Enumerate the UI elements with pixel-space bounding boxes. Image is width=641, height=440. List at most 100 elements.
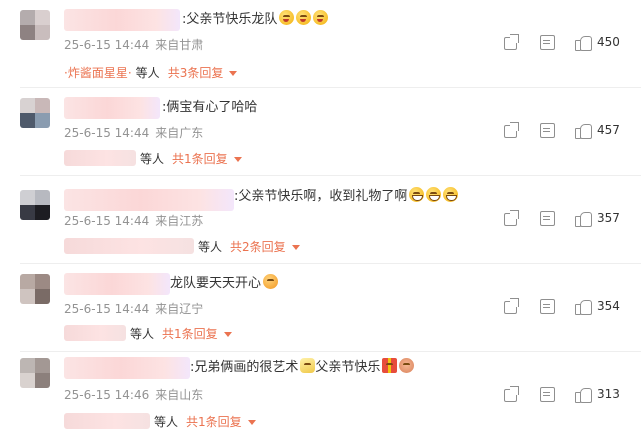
reply-others-label: 等人	[130, 327, 155, 341]
share-icon[interactable]	[503, 34, 519, 50]
reply-count-link[interactable]: 共1条回复	[172, 152, 228, 166]
comment-icon[interactable]	[539, 386, 555, 402]
comment-item: :俩宝有心了哈哈 25-6-15 14:44 来自广东 457 等人 共1条回复	[0, 88, 641, 176]
like-icon[interactable]	[575, 34, 592, 51]
comment-actions: 450	[483, 33, 623, 51]
clap-emoji-icon	[300, 358, 316, 373]
comment-text: :父亲节快乐啊，收到礼物了啊	[234, 187, 459, 207]
comment-location: 来自广东	[155, 126, 204, 140]
like-count: 450	[597, 35, 620, 49]
avatar[interactable]	[20, 274, 50, 304]
comment-location: 来自山东	[155, 388, 204, 402]
comment-text: :兄弟俩画的很艺术 父亲节快乐	[190, 358, 415, 378]
comment-time: 25-6-15 14:44	[64, 38, 150, 52]
grin-emoji-icon	[409, 187, 425, 202]
comment-meta: 25-6-15 14:44 来自甘肃	[64, 36, 203, 53]
avatar[interactable]	[20, 10, 50, 40]
username-blurred[interactable]	[64, 273, 170, 295]
comment-icon[interactable]	[539, 122, 555, 138]
caret-down-icon[interactable]	[223, 332, 232, 337]
like-count: 457	[597, 123, 620, 137]
caret-down-icon[interactable]	[233, 157, 242, 162]
reply-summary[interactable]: 等人 共2条回复	[64, 237, 300, 257]
like-icon[interactable]	[575, 122, 592, 139]
comment-meta: 25-6-15 14:44 来自辽宁	[64, 300, 203, 317]
username-blurred[interactable]	[64, 357, 190, 379]
comment-time: 25-6-15 14:44	[64, 302, 150, 316]
reply-username-blurred[interactable]	[64, 413, 150, 429]
comment-text-content-2: 父亲节快乐	[315, 360, 381, 375]
party-emoji-icon	[263, 274, 279, 289]
share-icon[interactable]	[503, 386, 519, 402]
comment-text-content: :父亲节快乐啊，收到礼物了啊	[234, 189, 408, 204]
reply-username-blurred[interactable]	[64, 150, 136, 166]
comment-text-content: :俩宝有心了哈哈	[162, 100, 258, 115]
like-icon[interactable]	[575, 386, 592, 403]
comment-item: :兄弟俩画的很艺术 父亲节快乐 25-6-15 14:46 来自山东 313 等人共…	[0, 352, 641, 440]
caret-down-icon[interactable]	[229, 71, 238, 76]
reply-username[interactable]: 炸酱面星星	[68, 66, 128, 80]
grin-emoji-icon	[426, 187, 442, 202]
caret-down-icon[interactable]	[291, 245, 300, 250]
reply-others-label: 等人	[154, 415, 179, 429]
reply-summary[interactable]: 等人 共1条回复	[64, 324, 232, 344]
comment-time: 25-6-15 14:46	[64, 388, 150, 402]
bear-emoji-icon	[399, 358, 415, 373]
reply-separator: ·	[127, 66, 132, 80]
reply-username-blurred[interactable]	[64, 325, 126, 341]
like-count: 354	[597, 299, 620, 313]
comment-location: 来自辽宁	[155, 302, 204, 316]
comment-item: 龙队要天天开心 25-6-15 14:44 来自辽宁 354 等人 共1条回复	[0, 264, 641, 352]
share-icon[interactable]	[503, 298, 519, 314]
like-count: 357	[597, 211, 620, 225]
comment-item: :父亲节快乐龙队 25-6-15 14:44 来自甘肃 450 ·炸酱面星星· 等人…	[0, 0, 641, 88]
like-count: 313	[597, 387, 620, 401]
comment-meta: 25-6-15 14:44 来自广东	[64, 124, 203, 141]
comment-item: :父亲节快乐啊，收到礼物了啊 25-6-15 14:44 来自江苏 357 等人共…	[0, 176, 641, 264]
comment-time: 25-6-15 14:44	[64, 214, 150, 228]
comment-text: 龙队要天天开心	[170, 274, 279, 294]
reply-count-link[interactable]: 共3条回复	[168, 66, 224, 80]
reply-others-label: 等人	[135, 66, 160, 80]
reply-summary[interactable]: ·炸酱面星星· 等人 共3条回复	[64, 63, 238, 83]
like-icon[interactable]	[575, 210, 592, 227]
avatar[interactable]	[20, 190, 50, 220]
comment-text: :俩宝有心了哈哈	[162, 98, 257, 118]
username-blurred[interactable]	[64, 97, 160, 119]
comment-location: 来自甘肃	[155, 38, 204, 52]
gift-emoji-icon	[382, 358, 398, 373]
comment-actions: 354	[483, 297, 623, 315]
username-blurred[interactable]	[64, 9, 180, 31]
reply-username-blurred[interactable]	[64, 238, 194, 254]
avatar[interactable]	[20, 358, 50, 388]
comment-meta: 25-6-15 14:44 来自江苏	[64, 212, 203, 229]
like-icon[interactable]	[575, 298, 592, 315]
reply-count-link[interactable]: 共1条回复	[162, 327, 218, 341]
blush-emoji-icon	[279, 10, 295, 25]
comment-actions: 457	[483, 121, 623, 139]
comment-text-content: 龙队要天天开心	[170, 276, 262, 291]
comment-text: :父亲节快乐龙队	[182, 10, 329, 30]
reply-count-link[interactable]: 共1条回复	[186, 415, 242, 429]
username-blurred[interactable]	[64, 189, 234, 211]
comment-meta: 25-6-15 14:46 来自山东	[64, 386, 203, 403]
comment-actions: 357	[483, 209, 623, 227]
comment-text-content: :兄弟俩画的很艺术	[190, 360, 299, 375]
reply-summary[interactable]: 等人 共1条回复	[64, 412, 256, 432]
comment-icon[interactable]	[539, 298, 555, 314]
comment-actions: 313	[483, 385, 623, 403]
avatar[interactable]	[20, 98, 50, 128]
share-icon[interactable]	[503, 122, 519, 138]
caret-down-icon[interactable]	[247, 420, 256, 425]
comment-time: 25-6-15 14:44	[64, 126, 150, 140]
comment-icon[interactable]	[539, 210, 555, 226]
comment-icon[interactable]	[539, 34, 555, 50]
reply-count-link[interactable]: 共2条回复	[230, 240, 286, 254]
grin-emoji-icon	[443, 187, 459, 202]
share-icon[interactable]	[503, 210, 519, 226]
blush-emoji-icon	[313, 10, 329, 25]
reply-summary[interactable]: 等人 共1条回复	[64, 149, 242, 169]
reply-others-label: 等人	[140, 152, 165, 166]
comment-text-content: :父亲节快乐龙队	[182, 12, 278, 27]
comment-location: 来自江苏	[155, 214, 204, 228]
